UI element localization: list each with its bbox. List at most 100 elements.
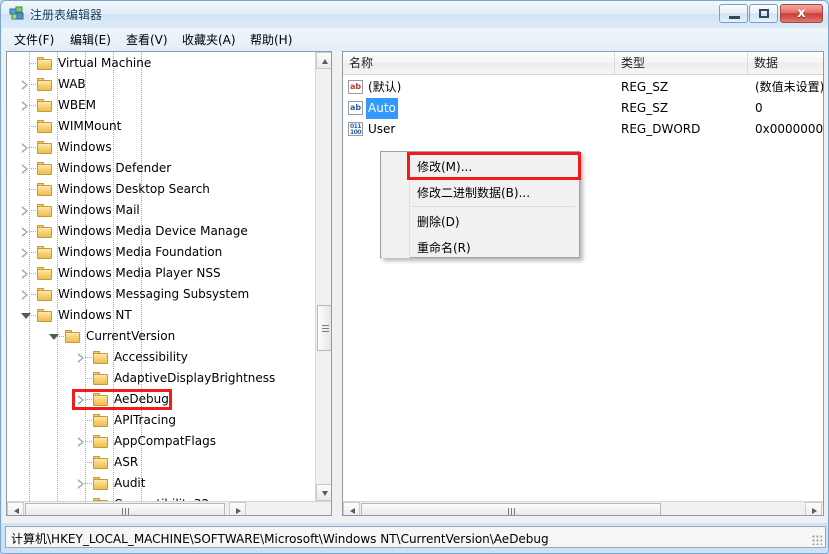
tree-item-wimmount[interactable]: WIMMount xyxy=(7,116,316,137)
menu-edit[interactable]: 编辑(E) xyxy=(66,32,115,48)
tree-item-windows-messaging-subsystem[interactable]: Windows Messaging Subsystem xyxy=(7,284,316,305)
binary-value-icon: 011 100 xyxy=(348,122,363,136)
value-row[interactable]: ab Auto REG_SZ 0 xyxy=(343,98,823,119)
context-menu-item-modify-binary[interactable]: 修改二进制数据(B)... xyxy=(409,180,530,206)
minimize-button[interactable] xyxy=(719,4,748,23)
tree-horizontal-scrollbar[interactable] xyxy=(7,501,331,515)
menu-favorites[interactable]: 收藏夹(A) xyxy=(178,32,240,48)
tree-item-appcompatflags[interactable]: AppCompatFlags xyxy=(7,431,316,452)
context-menu-item-rename[interactable]: 重命名(R) xyxy=(409,235,471,261)
tree-item-windows-media-player-nss[interactable]: Windows Media Player NSS xyxy=(7,263,316,284)
tree-item-label: Windows xyxy=(58,140,112,154)
tree-item-audit[interactable]: Audit xyxy=(7,473,316,494)
tree-expander-collapsed-icon[interactable] xyxy=(21,200,31,221)
tree-scroll-up-button[interactable] xyxy=(316,52,331,69)
folder-icon xyxy=(37,162,53,176)
folder-icon xyxy=(37,183,53,197)
tree-expander-collapsed-icon[interactable] xyxy=(21,221,31,242)
tree-item-virtual-machine[interactable]: Virtual Machine xyxy=(7,53,316,74)
column-header-data[interactable]: 数据 xyxy=(748,52,823,74)
tree-item-label: Compatibility32 xyxy=(114,494,209,501)
tree-expander-expanded-icon[interactable] xyxy=(49,326,59,347)
folder-icon xyxy=(37,78,53,92)
tree-item-label: Windows Defender xyxy=(58,161,172,175)
status-path-text: 计算机\HKEY_LOCAL_MACHINE\SOFTWARE\Microsof… xyxy=(11,532,549,546)
registry-tree[interactable]: Virtual Machine WAB WBEM WIMMount Windows Win… xyxy=(7,52,316,501)
value-type-cell: REG_SZ xyxy=(621,80,669,94)
menu-bar: 文件(F) 编辑(E) 查看(V) 收藏夹(A) 帮助(H) xyxy=(2,28,828,51)
status-bar: 计算机\HKEY_LOCAL_MACHINE\SOFTWARE\Microsof… xyxy=(5,526,826,548)
tree-item-windows-nt[interactable]: Windows NT xyxy=(7,305,316,326)
context-menu-item-modify[interactable]: 修改(M)... xyxy=(409,154,472,180)
tree-item-apitracing[interactable]: APITracing xyxy=(7,410,316,431)
tree-expander-collapsed-icon[interactable] xyxy=(21,74,31,95)
tree-item-label: APITracing xyxy=(114,413,176,427)
list-horizontal-scrollbar[interactable] xyxy=(343,501,823,515)
folder-icon xyxy=(37,225,53,239)
tree-expander-collapsed-icon[interactable] xyxy=(21,137,31,158)
chevron-left-icon xyxy=(350,507,355,514)
value-data-cell: (数值未设置) xyxy=(755,80,824,94)
tree-item-label: AppCompatFlags xyxy=(114,434,216,448)
column-header-name[interactable]: 名称 xyxy=(343,52,615,74)
registry-tree-pane: Virtual Machine WAB WBEM WIMMount Windows Win… xyxy=(6,51,332,516)
folder-icon xyxy=(93,435,109,449)
context-menu[interactable]: 修改(M)... 修改二进制数据(B)... 删除(D) 重命名(R) xyxy=(380,151,581,261)
title-bar[interactable]: 注册表编辑器 x xyxy=(1,1,828,28)
column-header-type[interactable]: 类型 xyxy=(615,52,748,74)
tree-expander-collapsed-icon[interactable] xyxy=(77,473,87,494)
tree-scroll-thumb[interactable] xyxy=(317,305,331,351)
tree-item-windows-desktop-search[interactable]: Windows Desktop Search xyxy=(7,179,316,200)
tree-item-label: Audit xyxy=(114,476,146,490)
resize-grip-icon[interactable] xyxy=(812,535,822,545)
list-scroll-right-button[interactable] xyxy=(805,502,822,515)
folder-icon xyxy=(37,288,53,302)
tree-item-wab[interactable]: WAB xyxy=(7,74,316,95)
menu-file[interactable]: 文件(F) xyxy=(10,32,58,48)
tree-expander-expanded-icon[interactable] xyxy=(21,305,31,326)
tree-item-windows-media-foundation[interactable]: Windows Media Foundation xyxy=(7,242,316,263)
menu-view[interactable]: 查看(V) xyxy=(122,32,172,48)
tree-item-aedebug[interactable]: AeDebug xyxy=(7,389,316,410)
maximize-button[interactable] xyxy=(749,4,778,23)
tree-item-currentversion[interactable]: CurrentVersion xyxy=(7,326,316,347)
value-name-cell: Auto xyxy=(366,98,398,119)
tree-item-compatibility32[interactable]: Compatibility32 xyxy=(7,494,316,501)
tree-hscroll-thumb[interactable] xyxy=(25,503,225,515)
value-row[interactable]: ab (默认) REG_SZ (数值未设置) xyxy=(343,77,823,98)
tree-scroll-down-button[interactable] xyxy=(316,484,331,501)
list-hscroll-thumb[interactable] xyxy=(361,503,661,515)
tree-item-windows-media-device-manage[interactable]: Windows Media Device Manage xyxy=(7,221,316,242)
tree-expander-collapsed-icon[interactable] xyxy=(21,158,31,179)
tree-scroll-left-button[interactable] xyxy=(7,502,24,515)
tree-item-accessibility[interactable]: Accessibility xyxy=(7,347,316,368)
value-row[interactable]: 011100 User REG_DWORD 0x00000000 (0) xyxy=(343,119,823,140)
tree-expander-collapsed-icon[interactable] xyxy=(21,263,31,284)
tree-expander-collapsed-icon[interactable] xyxy=(77,389,87,410)
tree-item-windows-mail[interactable]: Windows Mail xyxy=(7,200,316,221)
folder-icon xyxy=(65,330,81,344)
context-menu-item-delete[interactable]: 删除(D) xyxy=(409,209,460,235)
tree-expander-collapsed-icon[interactable] xyxy=(77,347,87,368)
tree-vertical-scrollbar[interactable] xyxy=(315,52,331,501)
tree-item-wbem[interactable]: WBEM xyxy=(7,95,316,116)
tree-scroll-right-button[interactable] xyxy=(229,502,246,515)
tree-expander-collapsed-icon[interactable] xyxy=(21,284,31,305)
value-type-cell: REG_DWORD xyxy=(621,122,701,136)
tree-item-label: ASR xyxy=(114,455,139,469)
tree-item-asr[interactable]: ASR xyxy=(7,452,316,473)
list-scroll-left-button[interactable] xyxy=(343,502,360,515)
tree-item-label: Virtual Machine xyxy=(58,56,152,70)
tree-item-label: WBEM xyxy=(58,98,97,112)
window-title: 注册表编辑器 xyxy=(30,8,103,22)
tree-expander-collapsed-icon[interactable] xyxy=(21,242,31,263)
tree-item-windows-defender[interactable]: Windows Defender xyxy=(7,158,316,179)
tree-item-label: Windows Media Player NSS xyxy=(58,266,221,280)
tree-item-windows[interactable]: Windows xyxy=(7,137,316,158)
folder-icon xyxy=(37,57,53,71)
close-button[interactable]: x xyxy=(780,4,823,23)
tree-expander-collapsed-icon[interactable] xyxy=(21,95,31,116)
tree-item-adaptivedisplaybrightness[interactable]: AdaptiveDisplayBrightness xyxy=(7,368,316,389)
menu-help[interactable]: 帮助(H) xyxy=(246,32,296,48)
tree-expander-collapsed-icon[interactable] xyxy=(77,431,87,452)
